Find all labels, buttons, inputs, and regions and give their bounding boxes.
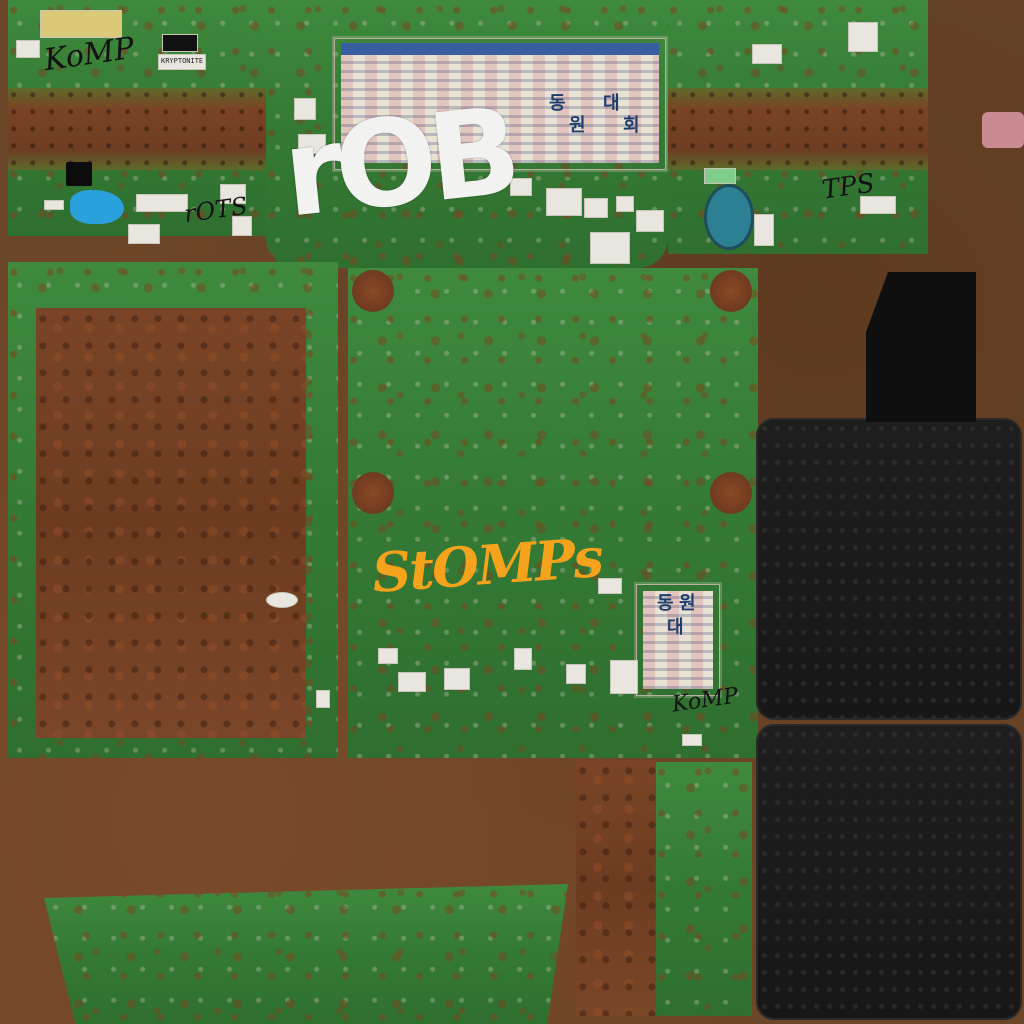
texture-atlas: 동 원 대 회 동 원 대 KRYPTONITE rOB StOMPs KoMP… — [0, 0, 1024, 1024]
poster-char: 대 — [667, 617, 684, 638]
rubber-wheel-lower — [756, 724, 1022, 1020]
black-sticker — [66, 162, 92, 186]
graffiti-black: TPS — [820, 168, 877, 206]
left-rust-area — [36, 308, 306, 738]
sticker — [584, 198, 608, 218]
sticker — [16, 40, 40, 58]
sticker — [398, 672, 426, 692]
rubber-wheel-upper — [756, 418, 1022, 720]
rust-bolt — [352, 472, 394, 514]
bottom-green-strip — [656, 762, 752, 1016]
sticker — [266, 592, 298, 608]
poster-char: 대 — [603, 93, 620, 114]
rubber-hinge — [866, 272, 976, 422]
pink-mark — [982, 112, 1024, 148]
graffiti-orange: StOMPs — [370, 525, 604, 605]
sticker — [128, 224, 160, 244]
left-side-panel — [8, 262, 338, 758]
rust-band — [668, 88, 928, 170]
sticker — [566, 664, 586, 684]
sticker — [754, 214, 774, 246]
sticker — [514, 648, 532, 670]
sticker — [636, 210, 664, 232]
sticker — [616, 196, 634, 212]
teal-sticker — [704, 184, 754, 250]
sticker — [136, 194, 188, 212]
poster-char: 동 — [549, 93, 566, 114]
rust-bolt — [710, 472, 752, 514]
rust-bolt — [710, 270, 752, 312]
sticker — [444, 668, 470, 690]
poster-char: 회 — [623, 115, 640, 136]
blue-sticker — [70, 190, 124, 224]
rust-band — [8, 88, 266, 170]
sticker — [378, 648, 398, 664]
sticker — [590, 232, 630, 264]
sticker — [162, 34, 198, 52]
poster-small: 동 원 대 — [636, 584, 720, 696]
sticker — [546, 188, 582, 216]
sticker — [44, 200, 64, 210]
sticker-label: KRYPTONITE — [158, 54, 206, 70]
poster-char: 원 — [569, 115, 586, 136]
sticker-text: KRYPTONITE — [161, 57, 204, 65]
bottom-left-panel — [44, 884, 568, 1024]
bottom-rust-strip — [576, 760, 656, 1016]
graffiti-white: rOB — [277, 82, 520, 245]
poster-grid — [643, 591, 713, 689]
poster-header — [341, 43, 659, 55]
rust-bolt — [352, 270, 394, 312]
sticker — [752, 44, 782, 64]
poster-char: 원 — [679, 593, 696, 614]
sticker — [848, 22, 878, 52]
sticker — [704, 168, 736, 184]
sticker — [610, 660, 638, 694]
sticker — [316, 690, 330, 708]
poster-char: 동 — [657, 593, 674, 614]
sticker — [682, 734, 702, 746]
